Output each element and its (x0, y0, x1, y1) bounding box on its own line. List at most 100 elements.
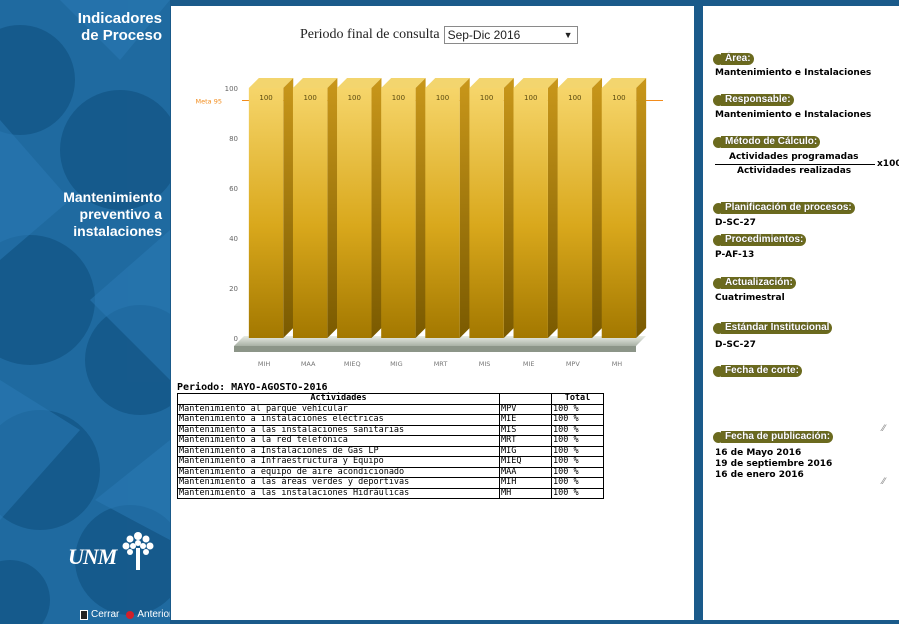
y-tick-label: 20 (229, 285, 238, 293)
table-row: Mantenimiento a Instalaciones de Gas LP M… (177, 445, 604, 457)
bar (601, 88, 637, 338)
bar-data-label: 100 (303, 94, 316, 102)
chart-floor-edge (234, 346, 636, 352)
x-tick-label: MIH (258, 360, 271, 368)
activity-code: MIS (499, 424, 552, 436)
x-tick-label: MIEQ (344, 360, 361, 368)
procedimientos-value: P-AF-13 (715, 250, 755, 260)
period-select[interactable]: Sep-Dic 2016 ▼ (443, 26, 578, 44)
x-tick-label: MIE (523, 360, 535, 368)
activity-total: 100 % (551, 424, 604, 436)
activity-total: 100 % (551, 487, 604, 499)
area-value: Mantenimiento e Instalaciones (715, 68, 872, 78)
x-tick-label: MAA (301, 360, 316, 368)
area-label: Área: (713, 53, 754, 65)
activity-code: MIG (499, 445, 552, 457)
bar-side (371, 78, 382, 338)
activity-name: Mantenimiento a Instalaciones de Gas LP (177, 445, 500, 457)
info-panel: Área: Mantenimiento e Instalaciones Resp… (703, 6, 899, 620)
indicator-name: Mantenimiento preventivo a instalaciones (2, 189, 162, 240)
indicator-name-line2: preventivo a (79, 206, 162, 222)
y-tick-label: 0 (234, 335, 238, 343)
indicator-name-line1: Mantenimiento (63, 189, 162, 205)
activity-name: Mantenimiento a las instalaciones Hidráu… (177, 487, 500, 499)
table-period-label: Periodo: MAYO-AGOSTO-2016 (177, 382, 328, 393)
activities-table: Actividades Total Mantenimiento al parqu… (177, 393, 604, 499)
estandar-value: D-SC-27 (715, 340, 756, 350)
sidebar-title-line2: de Proceso (81, 27, 162, 44)
activity-code: MAA (499, 466, 552, 478)
bar-side (636, 78, 647, 338)
y-tick-label: 40 (229, 235, 238, 243)
corte-textarea[interactable]: ⁄⁄ (713, 380, 891, 434)
table-header-total: Total (551, 393, 604, 405)
period-select-value: Sep-Dic 2016 (447, 28, 521, 42)
target-label: Meta 95 (196, 98, 222, 106)
formula-factor: x100 (877, 159, 899, 169)
bar-data-label: 100 (348, 94, 361, 102)
bar-side (415, 78, 426, 338)
y-tick-label: 80 (229, 135, 238, 143)
activity-code: MRT (499, 435, 552, 447)
bar-side (503, 78, 514, 338)
bar (337, 88, 372, 338)
table-header-row: Actividades Total (177, 393, 604, 405)
bar-side (547, 78, 558, 338)
bar-data-label: 100 (392, 94, 405, 102)
activity-total: 100 % (551, 456, 604, 468)
activity-name: Mantenimiento a la red telefónica (177, 435, 500, 447)
resize-handle-icon[interactable]: ⁄⁄ (882, 424, 885, 434)
bar (381, 88, 416, 338)
bar-data-label: 100 (612, 94, 625, 102)
activity-total: 100 % (551, 466, 604, 478)
activity-total: 100 % (551, 477, 604, 489)
sidebar: Indicadores de Proceso Mantenimiento pre… (0, 0, 170, 624)
bar (557, 88, 593, 338)
formula-denominator: Actividades realizadas (737, 166, 852, 176)
x-tick-label: MRT (434, 360, 448, 368)
bar-side (283, 78, 294, 338)
bar (425, 88, 460, 338)
activity-total: 100 % (551, 445, 604, 457)
main-panel: Periodo final de consulta Sep-Dic 2016 ▼… (171, 6, 694, 620)
bar (248, 88, 284, 338)
bar-data-label: 100 (524, 94, 537, 102)
bar (513, 88, 548, 338)
x-tick-label: MIS (479, 360, 491, 368)
activity-name: Mantenimiento a instalaciones eléctricas (177, 414, 500, 426)
publicacion-label: Fecha de publicación: (713, 431, 834, 443)
formula-divider (715, 164, 875, 165)
bar-data-label: 100 (568, 94, 581, 102)
table-row: Mantenimiento a la red telefónica MRT 100 … (177, 435, 604, 447)
publicacion-date: 16 de Mayo 2016 (715, 448, 802, 458)
x-tick-label: MPV (566, 360, 581, 368)
back-link[interactable]: Anterior (137, 609, 170, 620)
activity-name: Mantenimiento a las áreas verdes y depor… (177, 477, 500, 489)
planificacion-label: Planificación de procesos: (713, 202, 855, 214)
procedimientos-label: Procedimientos: (713, 234, 807, 246)
resize-handle-icon[interactable]: ⁄⁄ (882, 477, 885, 487)
x-tick-label: MH (612, 360, 623, 368)
table-header-activities: Actividades (177, 393, 500, 405)
formula-numerator: Actividades programadas (729, 152, 859, 162)
table-header-code (499, 393, 552, 405)
estandar-label: Estándar Institucional (713, 322, 833, 334)
publicacion-textarea[interactable]: 16 de Mayo 2016 19 de septiembre 2016 16… (713, 447, 891, 487)
table-row: Mantenimiento a instalaciones eléctricas… (177, 414, 604, 426)
actualizacion-label: Actualización: (713, 277, 796, 289)
bar-data-label: 100 (436, 94, 449, 102)
bar-side (592, 78, 603, 338)
close-link[interactable]: Cerrar (91, 609, 119, 620)
table-row: Mantenimiento a equipo de aire acondicio… (177, 466, 604, 478)
actualizacion-value: Cuatrimestral (715, 293, 785, 303)
table-row: Mantenimiento a las áreas verdes y depor… (177, 477, 604, 489)
activity-name: Mantenimiento a las instalaciones sanita… (177, 424, 500, 436)
tree-icon (122, 532, 154, 570)
bar-data-label: 100 (480, 94, 493, 102)
activity-name: Mantenimiento a Infraestructura y Equipo (177, 456, 500, 468)
back-icon (126, 610, 135, 619)
publicacion-date: 16 de enero 2016 (715, 470, 804, 480)
activity-name: Mantenimiento a equipo de aire acondicio… (177, 466, 500, 478)
corte-label: Fecha de corte: (713, 365, 802, 377)
activity-total: 100 % (551, 435, 604, 447)
